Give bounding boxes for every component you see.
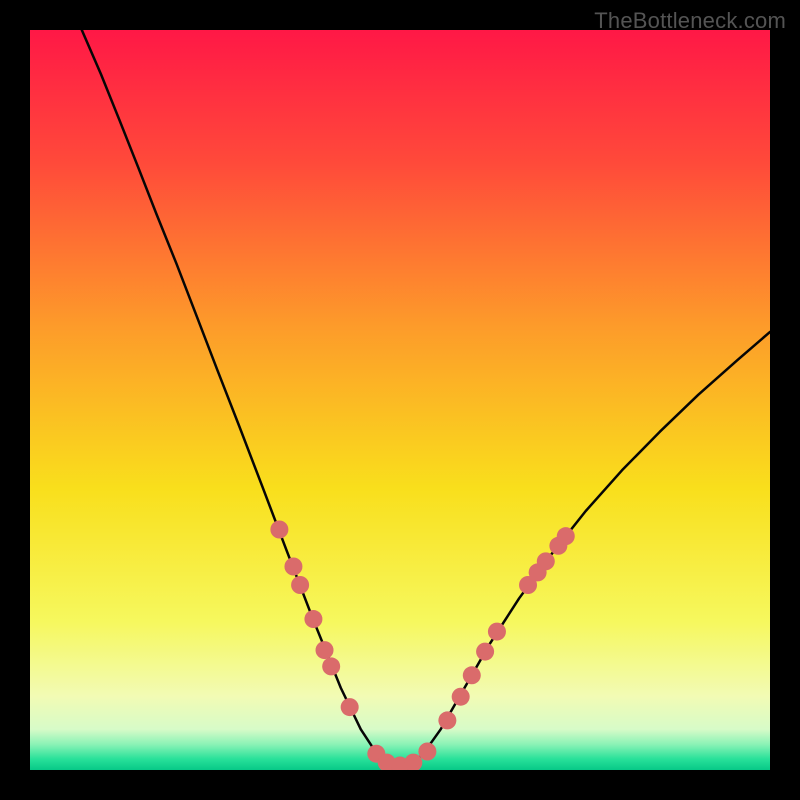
data-marker bbox=[418, 743, 436, 761]
data-marker bbox=[284, 558, 302, 576]
data-marker bbox=[270, 521, 288, 539]
chart-frame: TheBottleneck.com bbox=[0, 0, 800, 800]
data-marker bbox=[452, 688, 470, 706]
data-marker bbox=[322, 657, 340, 675]
plot-area bbox=[30, 30, 770, 770]
data-marker bbox=[341, 698, 359, 716]
data-marker bbox=[476, 643, 494, 661]
data-marker bbox=[304, 610, 322, 628]
gradient-background bbox=[30, 30, 770, 770]
data-marker bbox=[463, 666, 481, 684]
chart-svg bbox=[30, 30, 770, 770]
watermark-text: TheBottleneck.com bbox=[594, 8, 786, 34]
data-marker bbox=[291, 576, 309, 594]
data-marker bbox=[488, 623, 506, 641]
data-marker bbox=[438, 711, 456, 729]
data-marker bbox=[537, 552, 555, 570]
data-marker bbox=[316, 641, 334, 659]
data-marker bbox=[557, 527, 575, 545]
